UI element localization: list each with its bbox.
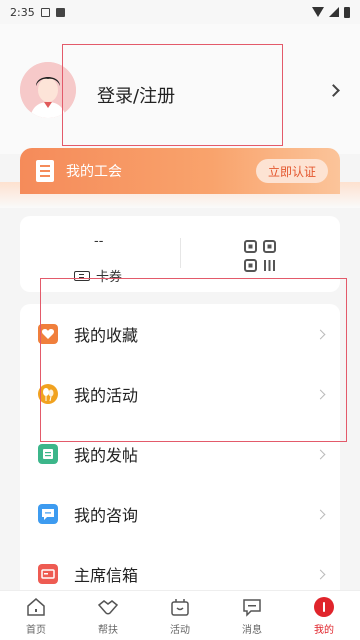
chevron-right-icon <box>315 329 326 339</box>
tab-help[interactable]: 帮扶 <box>72 591 144 640</box>
image-notification-icon <box>55 7 65 17</box>
tab-label-messages: 消息 <box>242 624 262 636</box>
menu-item-consultations[interactable]: 我的咨询 <box>20 484 340 544</box>
coupon-card: -- 卡券 <box>20 216 340 292</box>
chevron-right-icon <box>315 569 326 579</box>
union-document-icon <box>36 160 54 182</box>
avatar[interactable] <box>20 62 76 118</box>
chevron-right-icon[interactable] <box>327 84 340 97</box>
mailbox-icon <box>38 564 58 584</box>
menu-label-favorites: 我的收藏 <box>74 326 139 345</box>
bottom-tab-bar: 首页 帮扶 活动 消息 我的 <box>0 590 360 640</box>
tab-label-help: 帮扶 <box>98 624 118 636</box>
chevron-right-icon <box>315 389 326 399</box>
status-bar: 2:35 <box>0 0 360 24</box>
menu-card: 我的收藏 我的活动 我的发帖 我的咨询 主席信箱 <box>20 304 340 604</box>
union-title: 我的工会 <box>66 164 122 180</box>
menu-label-chairman-mailbox: 主席信箱 <box>74 566 139 585</box>
favorite-icon <box>38 324 58 344</box>
tab-profile[interactable]: 我的 <box>288 591 360 640</box>
tab-label-activities: 活动 <box>170 624 190 636</box>
ticket-icon <box>74 270 90 281</box>
notification-icon <box>40 7 50 17</box>
battery-icon <box>344 6 350 18</box>
tab-home[interactable]: 首页 <box>0 591 72 640</box>
tab-label-home: 首页 <box>26 624 46 636</box>
menu-item-favorites[interactable]: 我的收藏 <box>20 304 340 364</box>
coupon-link[interactable]: 卡券 <box>74 266 122 285</box>
profile-icon <box>314 596 334 617</box>
chevron-right-icon <box>315 509 326 519</box>
union-banner[interactable]: 我的工会 立即认证 <box>20 148 340 194</box>
home-icon <box>27 597 45 616</box>
post-icon <box>38 444 58 464</box>
chevron-right-icon <box>315 449 326 459</box>
menu-label-consultations: 我的咨询 <box>74 506 139 525</box>
coupon-count: -- <box>94 234 104 249</box>
menu-label-posts: 我的发帖 <box>74 446 139 465</box>
chat-icon <box>38 504 58 524</box>
coupon-label: 卡券 <box>96 270 123 285</box>
tab-messages[interactable]: 消息 <box>216 591 288 640</box>
login-register-link[interactable]: 登录/注册 <box>97 82 175 108</box>
menu-label-activities: 我的活动 <box>74 386 139 405</box>
profile-header[interactable]: 登录/注册 <box>0 24 360 154</box>
balloon-icon <box>38 384 58 404</box>
divider <box>180 238 181 268</box>
verify-now-button[interactable]: 立即认证 <box>255 159 328 183</box>
qr-code-icon[interactable] <box>244 240 276 272</box>
menu-item-activities[interactable]: 我的活动 <box>20 364 340 424</box>
handshake-icon <box>97 599 119 614</box>
status-time: 2:35 <box>10 5 35 19</box>
tab-label-profile: 我的 <box>314 624 334 636</box>
wifi-icon <box>312 7 324 17</box>
tab-activities[interactable]: 活动 <box>144 591 216 640</box>
activity-icon <box>171 598 189 616</box>
message-icon <box>243 598 261 617</box>
menu-item-posts[interactable]: 我的发帖 <box>20 424 340 484</box>
signal-icon <box>329 7 339 17</box>
